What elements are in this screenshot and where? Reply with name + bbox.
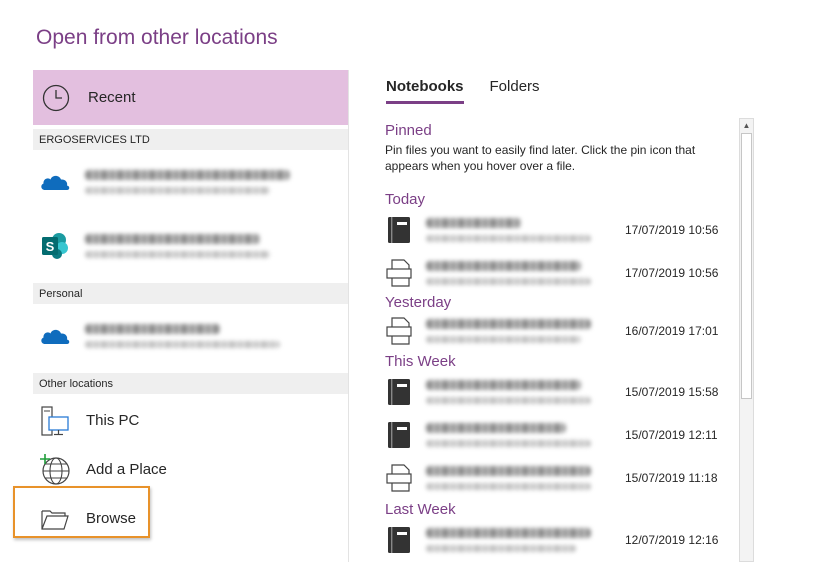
file-blurred-name [426, 465, 612, 490]
section-other: Other locations [33, 373, 348, 394]
pinned-description: Pin files you want to easily find later.… [385, 143, 696, 173]
tab-notebooks[interactable]: Notebooks [386, 78, 464, 104]
group-last-week: Last Week [385, 501, 456, 518]
globe-add-icon [40, 453, 70, 485]
file-item[interactable]: 12/07/2019 12:16 [385, 518, 735, 561]
this-pc-item[interactable]: This PC [33, 396, 348, 445]
group-this-week: This Week [385, 353, 456, 370]
add-place-label: Add a Place [86, 461, 167, 478]
vertical-scrollbar[interactable]: ▲ [739, 118, 754, 562]
file-icon [386, 317, 412, 345]
file-item[interactable]: 17/07/2019 10:56 [385, 208, 735, 251]
file-date: 15/07/2019 11:18 [625, 470, 718, 485]
clock-icon [42, 84, 70, 111]
sharepoint-icon: S [42, 233, 68, 259]
recent-label: Recent [88, 89, 136, 106]
computer-icon [41, 405, 69, 436]
page-title: Open from other locations [36, 26, 278, 49]
browse-label: Browse [86, 510, 137, 527]
file-blurred-name [426, 260, 612, 285]
account-blurred-text [85, 170, 290, 194]
notebook-icon [388, 216, 410, 243]
file-blurred-name [426, 527, 612, 552]
file-date: 12/07/2019 12:16 [625, 532, 719, 547]
account-onedrive-business[interactable] [33, 150, 348, 214]
group-today: Today [385, 191, 426, 208]
file-icon [386, 258, 412, 287]
browse-item[interactable]: Browse [33, 494, 348, 543]
file-date: 17/07/2019 10:56 [625, 222, 719, 237]
tab-folders[interactable]: Folders [490, 78, 540, 104]
onedrive-icon [41, 175, 70, 190]
account-onedrive-personal[interactable] [33, 304, 348, 368]
recent-item[interactable]: Recent [33, 70, 348, 125]
section-personal: Personal [33, 283, 348, 304]
file-date: 15/07/2019 12:11 [625, 427, 718, 442]
account-sharepoint[interactable]: S [33, 214, 348, 278]
file-blurred-name [426, 319, 612, 343]
onedrive-icon [41, 329, 70, 344]
notebook-icon [388, 421, 410, 448]
scroll-up-arrow-icon[interactable]: ▲ [740, 119, 753, 132]
folder-open-icon [41, 509, 69, 530]
notebook-icon [388, 526, 410, 553]
file-item[interactable]: 15/07/2019 15:58 [385, 370, 735, 413]
add-place-item[interactable]: Add a Place [33, 445, 348, 494]
file-item[interactable]: 16/07/2019 17:01 [385, 311, 735, 351]
file-item[interactable]: 17/07/2019 10:56 [385, 251, 735, 294]
section-org: ERGOSERVICES LTD [33, 129, 348, 150]
file-date: 16/07/2019 17:01 [625, 324, 719, 338]
recent-files-list: Pinned Pin files you want to easily find… [385, 120, 735, 562]
file-icon [386, 463, 412, 492]
group-pinned: Pinned [385, 122, 432, 139]
file-blurred-name [426, 217, 612, 242]
svg-text:S: S [46, 239, 55, 254]
file-blurred-name [426, 422, 612, 447]
locations-panel: Recent ERGOSERVICES LTD S Personal Other… [33, 70, 349, 562]
this-pc-label: This PC [86, 412, 140, 429]
file-item[interactable]: 15/07/2019 11:18 [385, 456, 735, 499]
account-blurred-text [85, 324, 280, 348]
view-tabs: Notebooks Folders [386, 78, 540, 104]
scrollbar-thumb[interactable] [741, 133, 752, 399]
account-blurred-text [85, 234, 270, 258]
file-date: 15/07/2019 15:58 [625, 384, 719, 399]
file-item[interactable]: 15/07/2019 12:11 [385, 413, 735, 456]
group-yesterday: Yesterday [385, 294, 452, 311]
file-blurred-name [426, 379, 612, 404]
notebook-icon [388, 378, 410, 405]
file-date: 17/07/2019 10:56 [625, 265, 719, 280]
